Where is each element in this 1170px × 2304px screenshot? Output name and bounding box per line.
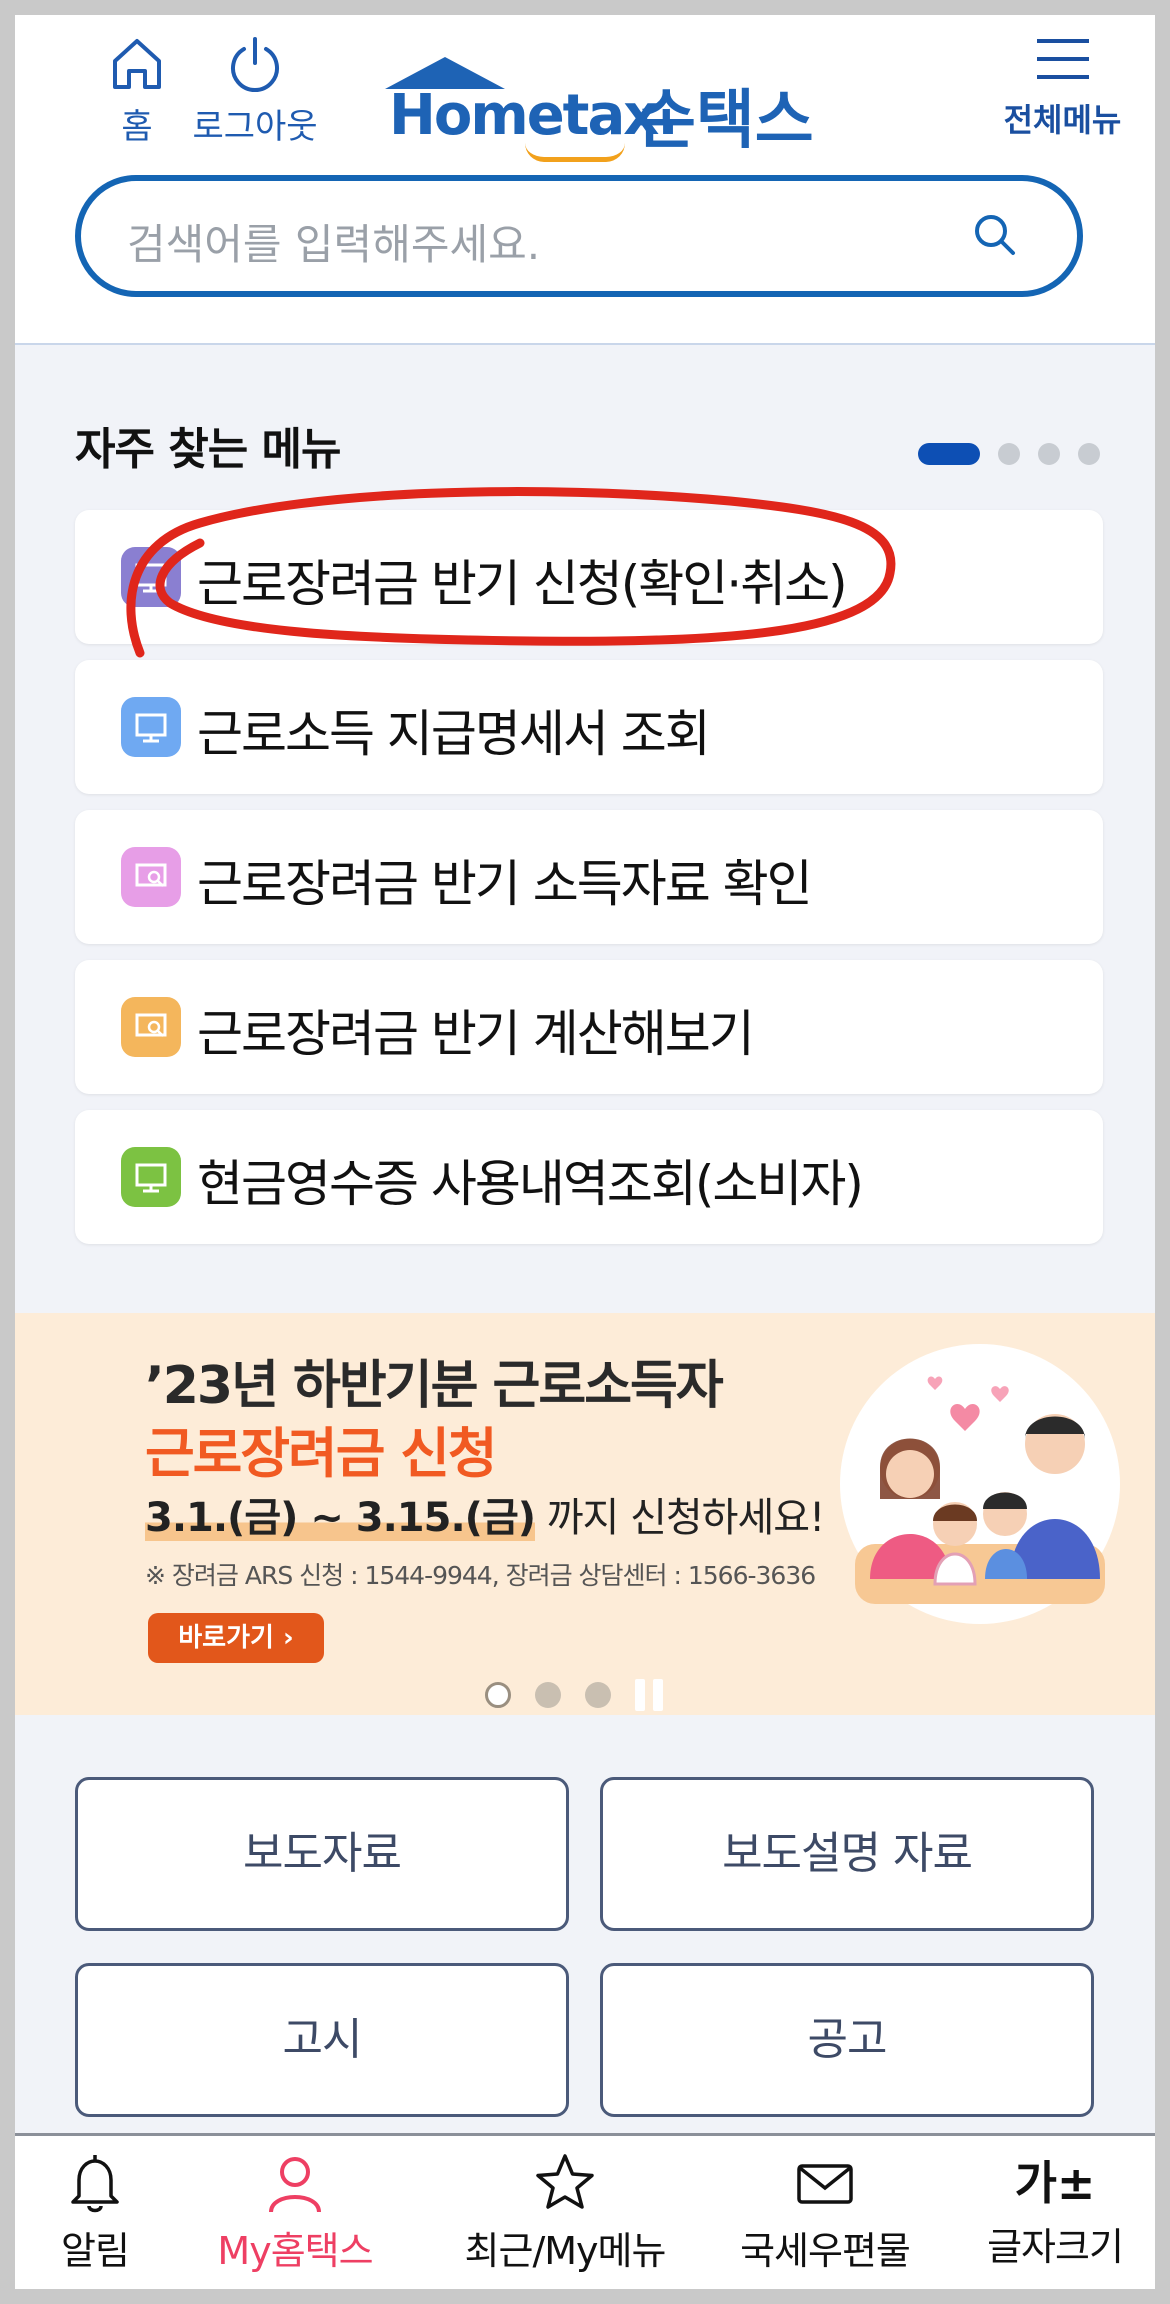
home-icon [113,39,161,89]
envelope-icon [797,2164,853,2204]
announcement-button[interactable]: 공고 [600,1963,1094,2117]
banner-line1: ’23년 하반기분 근로소득자 [145,1356,724,1416]
header: 홈 로그아웃 Hometax. 손택스 전체메뉴 검색어를 입력해주세요. [15,15,1155,345]
person-icon [269,2157,321,2213]
nav-recent-label: 최근/My메뉴 [464,2229,667,2273]
menu-item-label: 근로장려금 반기 소득자료 확인 [197,855,813,913]
hometax-logo[interactable]: Hometax. 손택스 [385,43,815,162]
menu-item-eitc-half-apply[interactable]: 근로장려금 반기 신청(확인·취소) [75,510,1103,644]
nav-recent-my-menu[interactable]: 최근/My메뉴 [445,2152,685,2275]
all-menu-button[interactable]: 전체메뉴 [995,33,1130,141]
monitor-icon [121,547,181,607]
banner-pager[interactable] [485,1679,663,1711]
home-label: 홈 [121,107,153,147]
banner-go-button[interactable]: 바로가기 › [148,1613,324,1663]
nav-font-size[interactable]: 가± 글자크기 [975,2152,1135,2271]
logo-sontax-text: 손택스 [637,84,814,158]
monitor-icon [121,697,181,757]
menu-item-label: 근로장려금 반기 신청(확인·취소) [197,555,848,613]
pager-dot[interactable] [1078,443,1100,465]
app-screen: 홈 로그아웃 Hometax. 손택스 전체메뉴 검색어를 입력해주세요. 자주… [15,15,1155,2289]
search-icon[interactable] [969,209,1021,261]
logout-label: 로그아웃 [192,107,318,147]
banner-note: ※ 장려금 ARS 신청 : 1544-9944, 장려금 상담센터 : 156… [145,1561,816,1590]
monitor-icon [121,1147,181,1207]
eitc-banner[interactable]: ’23년 하반기분 근로소득자 근로장려금 신청 3.1.(금) ~ 3.15.… [15,1313,1155,1715]
nav-alert[interactable]: 알림 [40,2152,150,2275]
pager-dot[interactable] [1038,443,1060,465]
pager-dot[interactable] [998,443,1020,465]
hamburger-icon [1036,39,1089,79]
menu-item-label: 근로소득 지급명세서 조회 [197,705,711,763]
monitor-search-icon [121,847,181,907]
power-icon [231,37,279,93]
logout-button[interactable]: 로그아웃 [180,33,330,148]
menu-item-wage-statement[interactable]: 근로소득 지급명세서 조회 [75,660,1103,794]
nav-font-size-label: 글자크기 [987,2225,1124,2269]
banner-dot[interactable] [535,1682,561,1708]
frequent-menu-title: 자주 찾는 메뉴 [75,424,342,475]
monitor-search-icon [121,997,181,1057]
home-button[interactable]: 홈 [97,33,177,148]
banner-line2: 근로장려금 신청 [145,1422,498,1485]
family-illustration [840,1344,1120,1624]
press-explanation-button[interactable]: 보도설명 자료 [600,1777,1094,1931]
menu-item-cash-receipt[interactable]: 현금영수증 사용내역조회(소비자) [75,1110,1103,1244]
menu-item-label: 현금영수증 사용내역조회(소비자) [197,1155,864,1213]
banner-period-dates: 3.1.(금) ~ 3.15.(금) [145,1495,536,1541]
banner-dot[interactable] [585,1682,611,1708]
pager-dot-active[interactable] [918,443,980,465]
logo-smile [525,143,625,162]
bottom-nav: 알림 My홈택스 최근/My메뉴 국세우편물 가± 글자크기 [15,2133,1155,2289]
press-release-button[interactable]: 보도자료 [75,1777,569,1931]
menu-item-eitc-calculator[interactable]: 근로장려금 반기 계산해보기 [75,960,1103,1094]
pause-icon[interactable] [635,1679,663,1711]
nav-tax-mail[interactable]: 국세우편물 [730,2152,920,2275]
logo-hometax-text: Hometax. [389,83,679,148]
bell-icon [71,2155,119,2213]
nav-alert-label: 알림 [61,2229,130,2273]
search-input[interactable]: 검색어를 입력해주세요. [75,175,1083,297]
nav-tax-mail-label: 국세우편물 [740,2229,911,2273]
menu-item-eitc-income-check[interactable]: 근로장려금 반기 소득자료 확인 [75,810,1103,944]
star-icon [536,2154,594,2209]
notice-button[interactable]: 고시 [75,1963,569,2117]
nav-my-hometax-label: My홈택스 [217,2229,373,2273]
menu-item-label: 근로장려금 반기 계산해보기 [197,1005,755,1063]
banner-dot-active[interactable] [485,1682,511,1708]
banner-period-suffix: 까지 신청하세요! [535,1495,825,1541]
nav-my-hometax[interactable]: My홈택스 [205,2152,385,2275]
banner-period: 3.1.(금) ~ 3.15.(금) 까지 신청하세요! [145,1485,825,1543]
search-placeholder: 검색어를 입력해주세요. [127,220,541,269]
frequent-menu-pager[interactable] [918,443,1100,465]
font-size-icon: 가± [1014,2156,1096,2210]
all-menu-label: 전체메뉴 [1003,101,1122,139]
